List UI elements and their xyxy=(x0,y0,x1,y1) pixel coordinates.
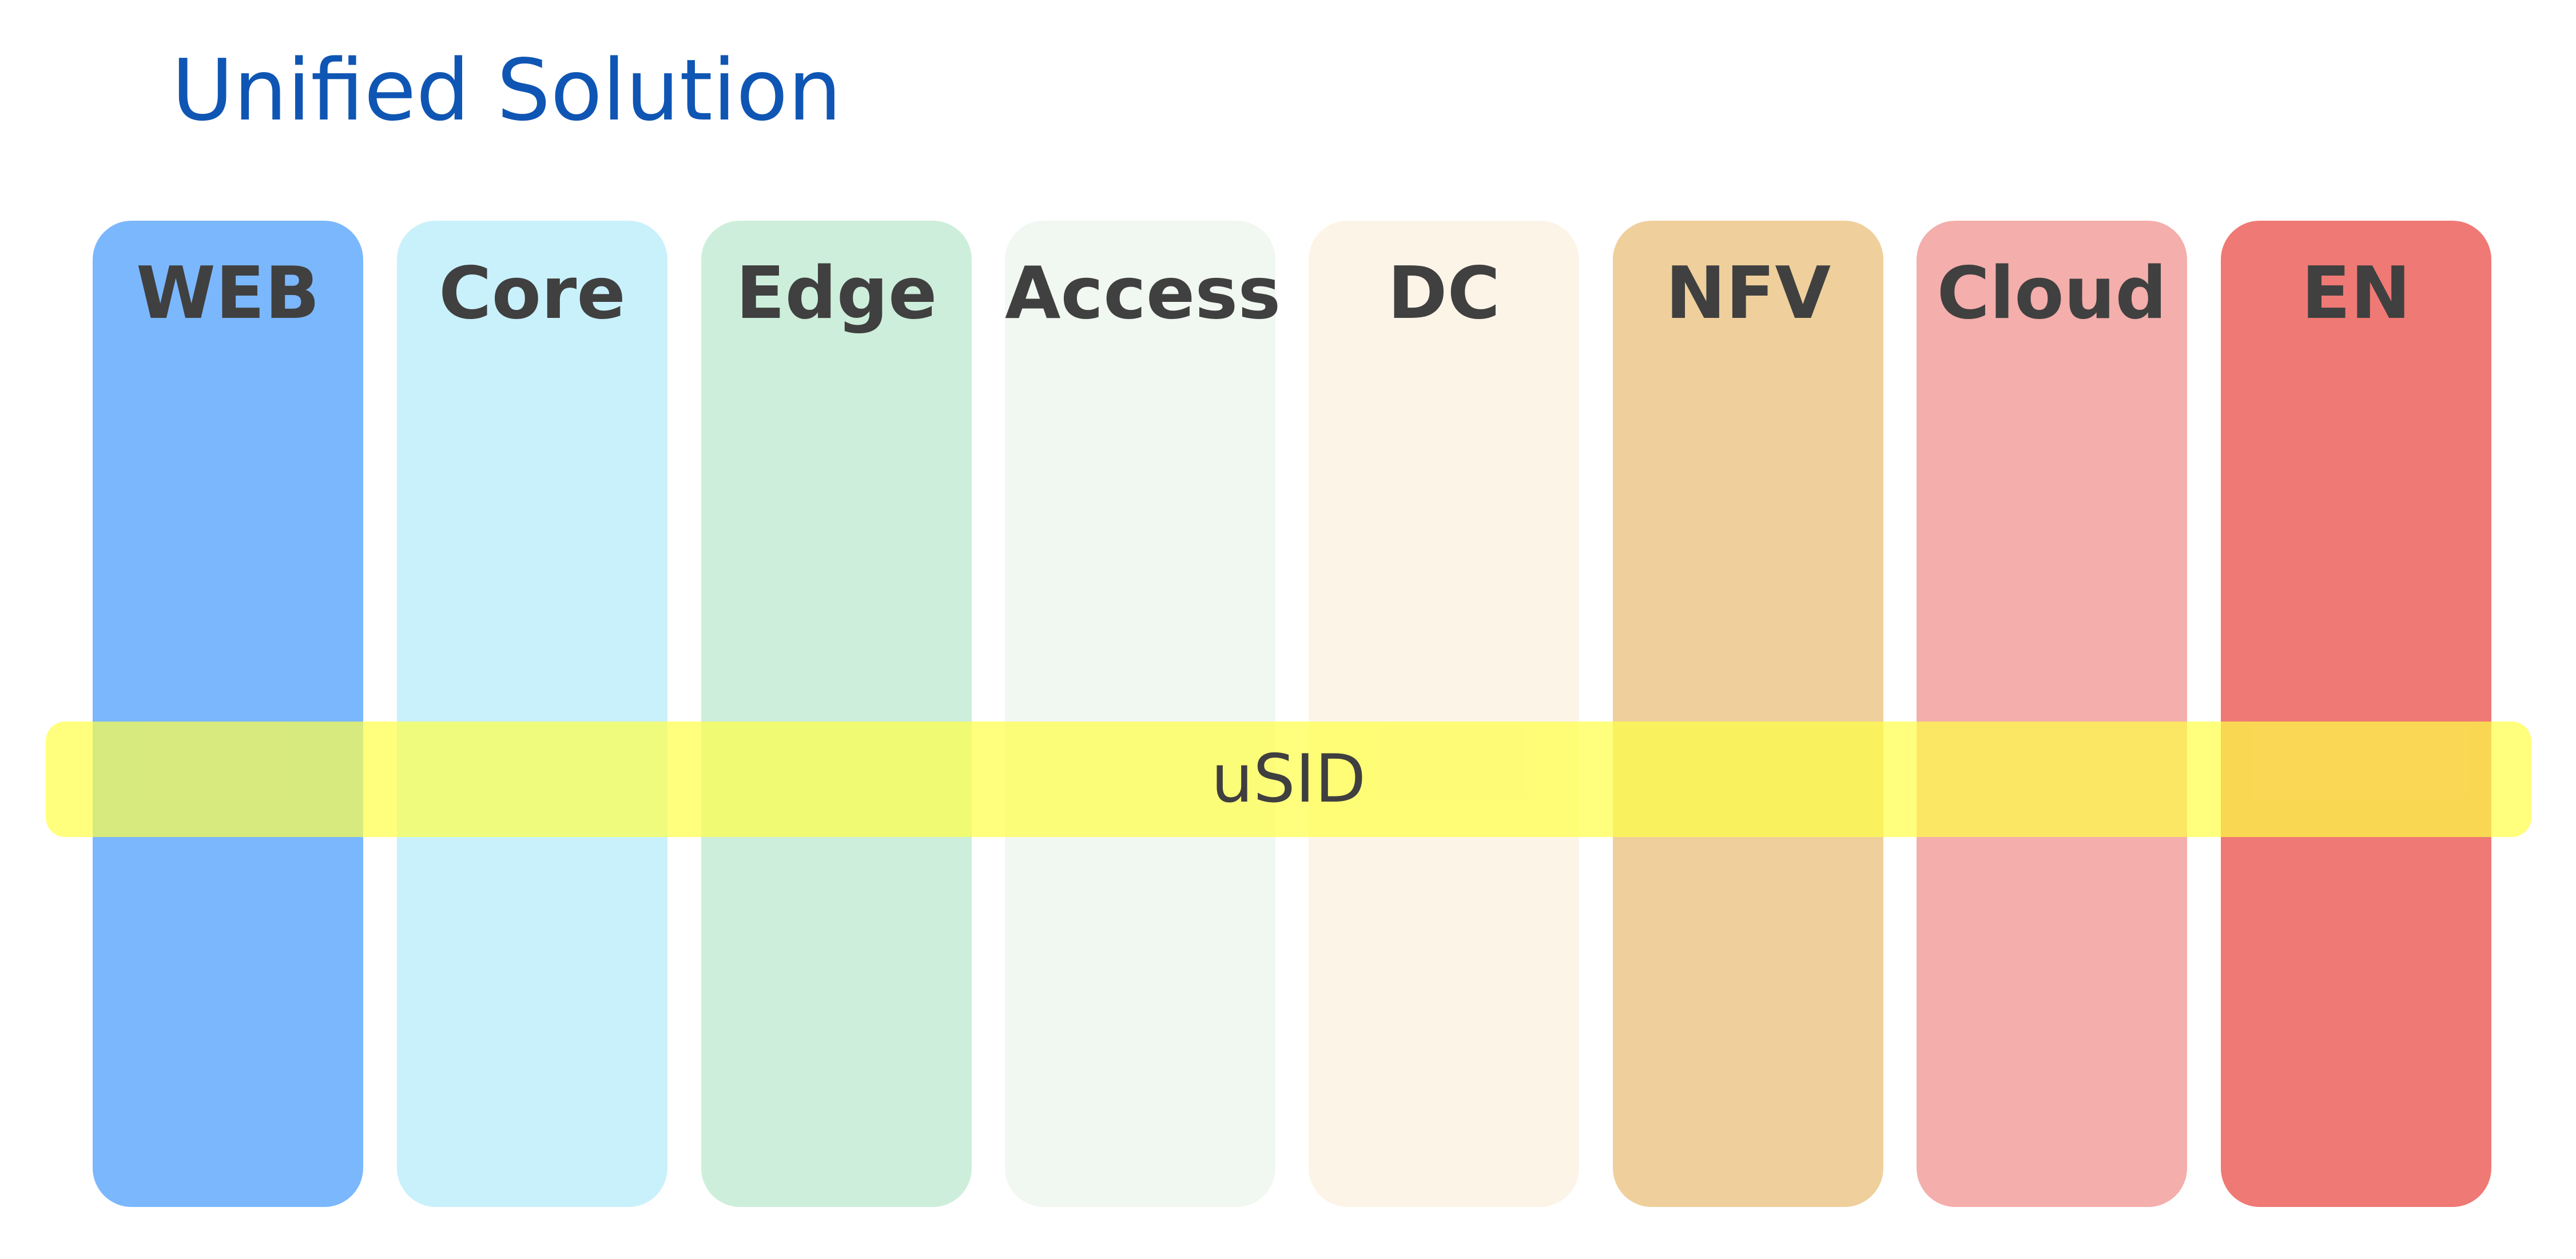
column-edge: Edge xyxy=(701,221,972,1207)
slide-title: Unified Solution xyxy=(172,41,842,140)
column-dc: DC xyxy=(1309,221,1579,1207)
column-label: Edge xyxy=(736,251,937,335)
column-core: Core xyxy=(397,221,667,1207)
column-web: WEB xyxy=(93,221,363,1207)
column-nfv: NFV xyxy=(1613,221,1883,1207)
column-label: NFV xyxy=(1665,251,1831,335)
usid-band-label: uSID xyxy=(1211,740,1366,818)
column-label: Core xyxy=(439,251,626,335)
column-label: DC xyxy=(1387,251,1501,335)
column-label: EN xyxy=(2301,251,2411,335)
column-en: EN xyxy=(2221,221,2491,1207)
column-access: Access xyxy=(1005,221,1281,1207)
column-label: Cloud xyxy=(1937,251,2167,335)
column-label: Access xyxy=(1005,251,1281,335)
usid-band: uSID xyxy=(46,722,2531,837)
column-cloud: Cloud xyxy=(1917,221,2187,1207)
column-label: WEB xyxy=(136,251,320,335)
